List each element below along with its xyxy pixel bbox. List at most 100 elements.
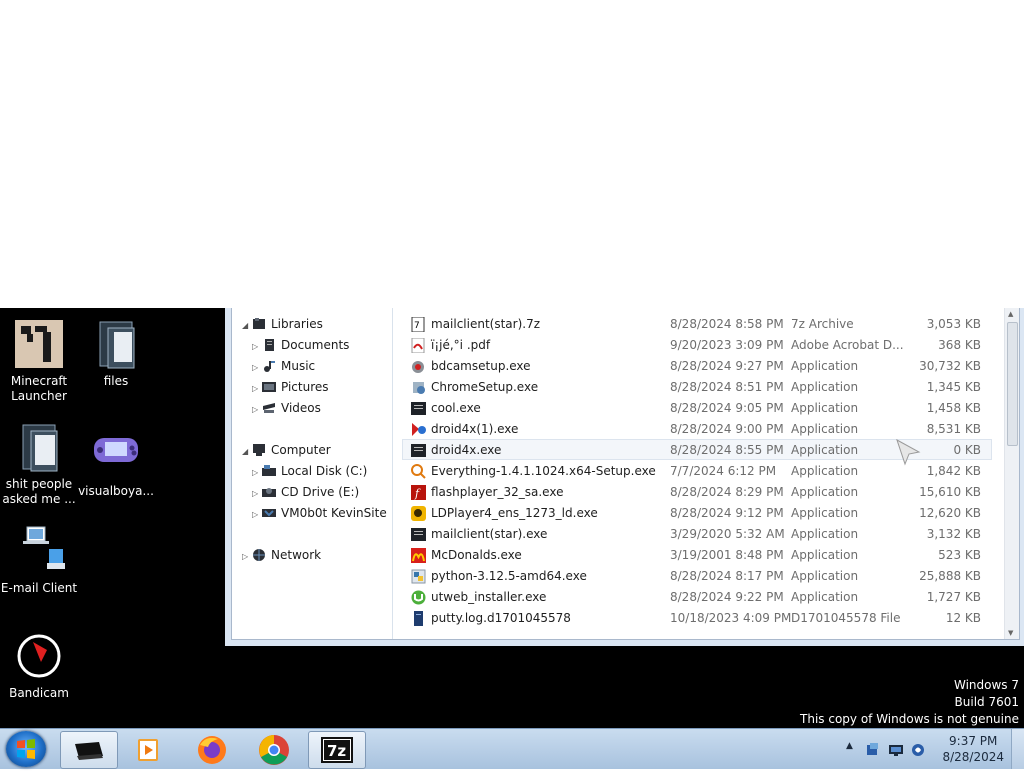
nav-libraries[interactable]: ◢ Libraries <box>242 315 323 333</box>
file-type: Application <box>791 590 859 604</box>
file-row[interactable]: f flashplayer_32_sa.exe 8/28/2024 8:29 P… <box>403 482 991 502</box>
videos-icon <box>262 401 276 413</box>
file-date: 8/28/2024 8:17 PM <box>670 569 784 583</box>
file-row[interactable]: bdcamsetup.exe 8/28/2024 9:27 PM Applica… <box>403 356 991 376</box>
bandicam-setup-icon <box>411 359 426 374</box>
file-row-partial[interactable] <box>403 629 991 639</box>
show-hidden-icons-icon[interactable]: ▲ <box>846 741 860 755</box>
expand-arrow-icon[interactable]: ▷ <box>252 380 262 398</box>
nav-label: Libraries <box>271 317 323 331</box>
nav-label: Videos <box>281 401 321 415</box>
file-type: Application <box>791 527 859 541</box>
exe-icon <box>411 443 426 458</box>
file-date: 8/28/2024 9:05 PM <box>670 401 784 415</box>
taskbar-media-player[interactable] <box>122 731 178 767</box>
expand-arrow-icon[interactable]: ▷ <box>252 359 262 377</box>
nav-local-disk[interactable]: ▷ Local Disk (C:) <box>252 462 367 480</box>
scroll-down-icon[interactable]: ▼ <box>1008 629 1013 637</box>
nav-documents[interactable]: ▷ Documents <box>252 336 349 354</box>
nav-music[interactable]: ▷ Music <box>252 357 315 375</box>
start-button[interactable] <box>6 731 46 767</box>
clock[interactable]: 9:37 PM 8/28/2024 <box>942 733 1004 765</box>
mcdonalds-icon <box>411 548 426 563</box>
taskbar-firefox[interactable] <box>184 731 240 767</box>
nav-network[interactable]: ▷ Network <box>242 546 321 564</box>
expand-arrow-icon[interactable]: ▷ <box>252 506 262 524</box>
file-row[interactable]: 7 mailclient(star).7z 8/28/2024 8:58 PM … <box>403 314 991 334</box>
system-tray: ▲ 9:37 PM 8/28/2024 <box>844 729 1024 769</box>
nav-videos[interactable]: ▷ Videos <box>252 399 321 417</box>
show-desktop-button[interactable] <box>1011 729 1024 769</box>
file-row[interactable]: cool.exe 8/28/2024 9:05 PM Application 1… <box>403 398 991 418</box>
nav-computer[interactable]: ◢ Computer <box>242 441 331 459</box>
network-tray-icon[interactable] <box>889 742 903 756</box>
taskbar-7zip[interactable]: 7z <box>308 731 366 769</box>
file-size: 15,610 KB <box>919 485 981 499</box>
file-date: 8/28/2024 9:12 PM <box>670 506 784 520</box>
taskbar: 7z ▲ 9:37 PM 8/28/2024 <box>0 728 1024 769</box>
svg-text:7z: 7z <box>327 742 346 760</box>
file-row[interactable]: LDPlayer4_ens_1273_ld.exe 8/28/2024 9:12… <box>403 503 991 523</box>
file-row[interactable]: python-3.12.5-amd64.exe 8/28/2024 8:17 P… <box>403 566 991 586</box>
folder-icon <box>90 318 142 370</box>
cd-drive-icon <box>262 485 276 497</box>
nav-network-drive[interactable]: ▷ VM0b0t KevinSite <box>252 504 387 522</box>
file-name: droid4x.exe <box>431 443 502 457</box>
taskbar-chrome[interactable] <box>246 731 302 767</box>
file-row[interactable]: mailclient(star).exe 3/29/2020 5:32 AM A… <box>403 524 991 544</box>
file-row[interactable]: ï¡jé,°i .pdf 9/20/2023 3:09 PM Adobe Acr… <box>403 335 991 355</box>
file-row[interactable]: McDonalds.exe 3/19/2001 8:48 PM Applicat… <box>403 545 991 565</box>
nav-label: Pictures <box>281 380 329 394</box>
scroll-up-icon[interactable]: ▲ <box>1008 310 1013 318</box>
file-size: 30,732 KB <box>919 359 981 373</box>
file-row[interactable]: utweb_installer.exe 8/28/2024 9:22 PM Ap… <box>403 587 991 607</box>
desktop-icon-minecraft[interactable]: Minecraft Launcher <box>0 318 79 404</box>
expand-arrow-icon[interactable]: ▷ <box>252 485 262 503</box>
hard-drive-icon <box>262 464 276 476</box>
desktop-icon-visualboyadvance[interactable]: visualboya... <box>76 428 156 499</box>
file-icon <box>411 611 426 626</box>
desktop-icon-email-client[interactable]: E-mail Client <box>0 525 79 596</box>
documents-icon <box>262 338 276 351</box>
collapse-arrow-icon[interactable]: ◢ <box>242 317 252 335</box>
tray-app-icon[interactable] <box>866 742 880 756</box>
navigation-pane: ◢ Libraries ▷ Documents ▷ Music ▷ Pictures ▷… <box>232 308 393 639</box>
desktop-icon-files[interactable]: files <box>76 318 156 389</box>
file-name: python-3.12.5-amd64.exe <box>431 569 587 583</box>
expand-arrow-icon[interactable]: ▷ <box>252 464 262 482</box>
libraries-icon <box>252 317 266 329</box>
expand-arrow-icon[interactable]: ▷ <box>242 548 252 566</box>
computer-icon <box>252 443 266 456</box>
file-row[interactable]: ChromeSetup.exe 8/28/2024 8:51 PM Applic… <box>403 377 991 397</box>
nav-label: Music <box>281 359 316 373</box>
setup-icon <box>411 380 426 395</box>
desktop-icon-bandicam[interactable]: Bandicam <box>0 630 79 701</box>
vertical-scrollbar[interactable]: ▲ ▼ <box>1004 308 1019 639</box>
nav-cd-drive[interactable]: ▷ CD Drive (E:) <box>252 483 359 501</box>
scrollbar-thumb[interactable] <box>1007 322 1018 446</box>
file-size: 523 KB <box>938 548 981 562</box>
file-row[interactable]: droid4x(1).exe 8/28/2024 9:00 PM Applica… <box>403 419 991 439</box>
file-type: 7z Archive <box>791 317 854 331</box>
exe-icon <box>411 527 426 542</box>
desktop-icon-folder[interactable]: shit people asked me ... <box>0 421 79 507</box>
bandicam-icon <box>13 630 65 682</box>
expand-arrow-icon[interactable]: ▷ <box>252 338 262 356</box>
taskbar-explorer[interactable] <box>60 731 118 769</box>
file-name: putty.log.d1701045578 <box>431 611 571 625</box>
desktop-icon-label: Minecraft Launcher <box>10 374 68 403</box>
expand-arrow-icon[interactable]: ▷ <box>252 401 262 419</box>
clock-date: 8/28/2024 <box>942 750 1004 764</box>
explorer-window: ◢ Libraries ▷ Documents ▷ Music ▷ Pictures ▷… <box>225 308 1024 646</box>
file-row[interactable]: putty.log.d1701045578 10/18/2023 4:09 PM… <box>403 608 991 628</box>
file-name: LDPlayer4_ens_1273_ld.exe <box>431 506 598 520</box>
file-size: 3,132 KB <box>926 527 981 541</box>
collapse-arrow-icon[interactable]: ◢ <box>242 443 252 461</box>
nav-pictures[interactable]: ▷ Pictures <box>252 378 329 396</box>
file-name: bdcamsetup.exe <box>431 359 531 373</box>
desktop-icon-label: files <box>103 374 129 388</box>
utorrent-icon <box>411 590 426 605</box>
desktop-icon-label: Bandicam <box>9 686 69 700</box>
file-date: 8/28/2024 9:22 PM <box>670 590 784 604</box>
volume-tray-icon[interactable] <box>911 742 925 756</box>
